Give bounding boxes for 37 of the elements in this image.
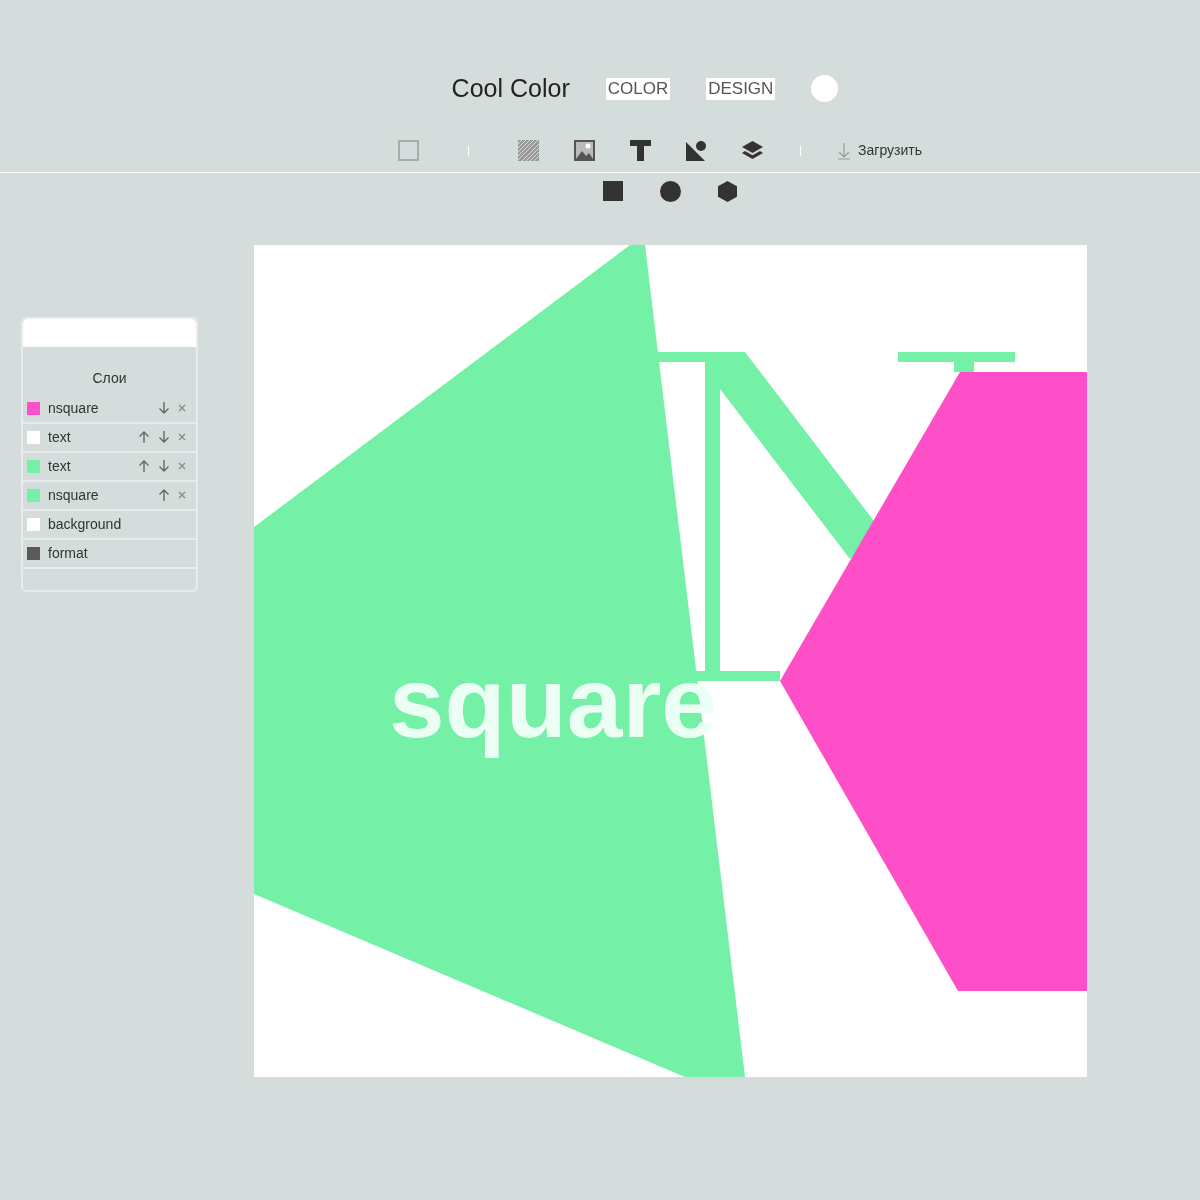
layer-row[interactable]: format bbox=[23, 539, 196, 569]
text-tool-icon[interactable] bbox=[630, 140, 652, 161]
nav-link[interactable]: COLOR bbox=[605, 77, 671, 100]
arrow-up-icon[interactable] bbox=[138, 459, 150, 473]
layer-row[interactable]: text bbox=[23, 452, 196, 482]
layer-name: text bbox=[48, 456, 72, 476]
letter-fragment-drawing[interactable] bbox=[655, 351, 1015, 681]
arrow-down-icon[interactable] bbox=[158, 459, 170, 473]
layer-row[interactable]: background bbox=[23, 510, 196, 540]
layer-name: format bbox=[48, 543, 89, 563]
app-title: Cool Color bbox=[451, 73, 570, 104]
square-shape-icon[interactable] bbox=[603, 180, 623, 201]
image-icon[interactable] bbox=[574, 140, 596, 161]
layer-name: text bbox=[48, 427, 72, 447]
close-icon[interactable] bbox=[178, 404, 186, 412]
arrow-down-icon[interactable] bbox=[158, 401, 170, 415]
shapes-icon[interactable] bbox=[686, 140, 708, 161]
download-icon bbox=[838, 141, 851, 160]
hexagon-shape-icon[interactable] bbox=[718, 180, 737, 202]
layer-row[interactable]: nsquare bbox=[23, 481, 196, 511]
layer-row[interactable]: text bbox=[23, 423, 196, 453]
nav-link[interactable]: DESIGN bbox=[706, 77, 776, 100]
arrow-down-icon[interactable] bbox=[158, 430, 170, 444]
close-icon[interactable] bbox=[178, 433, 186, 441]
panel-title: Слои bbox=[92, 368, 127, 388]
download-button[interactable]: Загрузить bbox=[838, 140, 922, 161]
layers-icon[interactable] bbox=[742, 140, 764, 161]
arrow-up-icon[interactable] bbox=[158, 488, 170, 502]
layer-name: background bbox=[48, 514, 123, 534]
arrow-up-icon[interactable] bbox=[138, 430, 150, 444]
close-icon[interactable] bbox=[178, 491, 186, 499]
layer-name: nsquare bbox=[48, 398, 100, 418]
layer-name: nsquare bbox=[48, 485, 100, 505]
hexagon-shape[interactable] bbox=[780, 371, 1087, 991]
circle-shape-icon[interactable] bbox=[660, 180, 681, 202]
close-icon[interactable] bbox=[178, 462, 186, 470]
layer-row[interactable]: nsquare bbox=[23, 394, 196, 424]
